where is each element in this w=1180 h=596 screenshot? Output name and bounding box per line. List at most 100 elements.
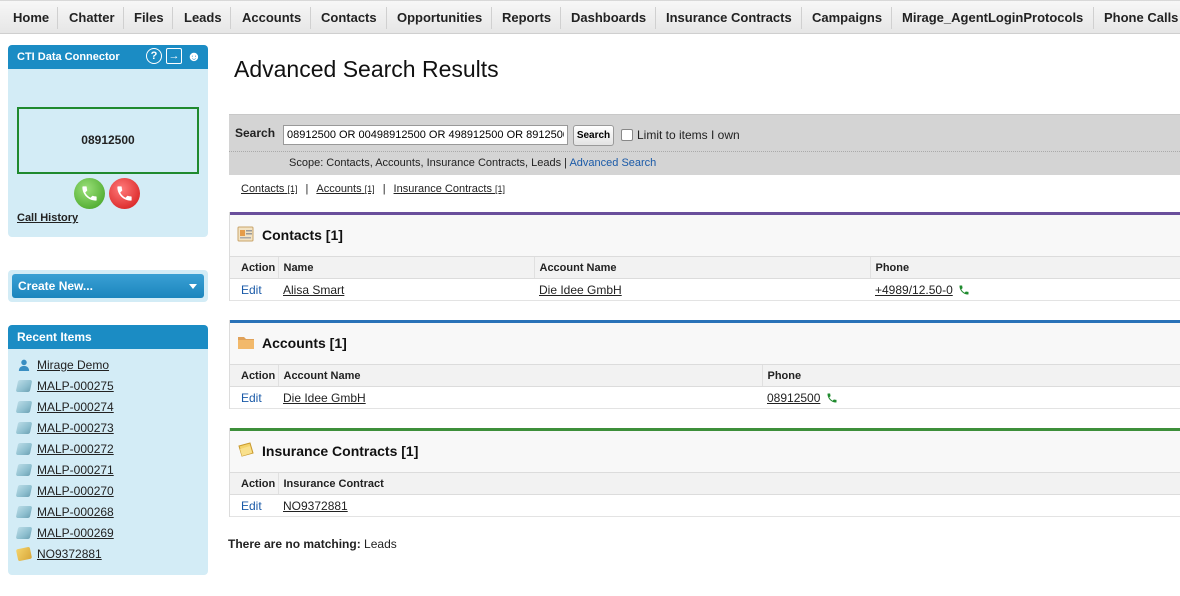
tab-home[interactable]: Home: [13, 10, 49, 25]
accounts-folder-icon: [238, 337, 254, 349]
recent-item-link[interactable]: Mirage Demo: [37, 358, 109, 372]
phone-number-display: 08912500: [17, 107, 199, 174]
tab-chatter[interactable]: Chatter: [69, 10, 115, 25]
recent-items-header: Recent Items: [8, 325, 208, 349]
tab-phone-calls[interactable]: Phone Calls: [1104, 10, 1178, 25]
list-item: NO9372881: [8, 544, 208, 565]
custom-object-icon: [15, 506, 33, 518]
recent-items-panel: Mirage Demo MALP-000275 MALP-000274 MALP…: [8, 349, 208, 575]
hang-up-button[interactable]: [109, 178, 140, 209]
custom-object-icon: [15, 422, 33, 434]
jump-link-contacts[interactable]: Contacts [1]: [241, 183, 298, 195]
user-status-icon[interactable]: ☻: [186, 48, 202, 64]
contact-name-link[interactable]: Alisa Smart: [283, 283, 344, 297]
limit-to-own-checkbox[interactable]: [621, 129, 633, 141]
nav-divider: [123, 7, 124, 29]
answer-call-button[interactable]: [74, 178, 105, 209]
create-new-dropdown[interactable]: Create New...: [12, 274, 204, 298]
insurance-contract-link[interactable]: NO9372881: [283, 499, 348, 513]
no-match-entity: Leads: [364, 537, 397, 551]
recent-items-title: Recent Items: [17, 330, 92, 344]
search-button[interactable]: Search: [573, 125, 614, 146]
section-header: Contacts [1]: [230, 215, 1180, 256]
cti-header: CTI Data Connector ? → ☻: [8, 45, 208, 69]
nav-divider: [386, 7, 387, 29]
custom-object-icon: [15, 401, 33, 413]
tab-contacts[interactable]: Contacts: [321, 10, 377, 25]
edit-link[interactable]: Edit: [241, 283, 262, 297]
advanced-search-link[interactable]: Advanced Search: [569, 157, 656, 169]
tab-leads[interactable]: Leads: [184, 10, 222, 25]
list-item: MALP-000274: [8, 397, 208, 418]
column-header: Action: [230, 364, 278, 387]
column-header: Action: [230, 472, 278, 495]
list-item: Mirage Demo: [8, 355, 208, 376]
section-title: Insurance Contracts [1]: [262, 443, 419, 459]
nav-divider: [491, 7, 492, 29]
jump-link-accounts[interactable]: Accounts [1]: [316, 183, 374, 195]
tab-files[interactable]: Files: [134, 10, 164, 25]
scope-text: Scope: Contacts, Accounts, Insurance Con…: [289, 157, 568, 169]
column-header: Phone: [761, 364, 1180, 387]
insurance-contracts-section: Insurance Contracts [1] Action Insurance…: [229, 428, 1180, 517]
column-header: Insurance Contract: [277, 472, 1180, 495]
nav-divider: [560, 7, 561, 29]
column-header: Account Name: [533, 256, 870, 279]
help-icon[interactable]: ?: [146, 48, 162, 64]
account-name-link[interactable]: Die Idee GmbH: [539, 283, 622, 297]
recent-item-link[interactable]: NO9372881: [37, 547, 102, 561]
tab-reports[interactable]: Reports: [502, 10, 551, 25]
divider: [229, 151, 1180, 152]
accounts-table: Action Account Name Phone Edit Die Idee …: [230, 364, 1180, 409]
account-name-link[interactable]: Die Idee GmbH: [283, 391, 366, 405]
call-history-link[interactable]: Call History: [17, 212, 78, 224]
page-title: Advanced Search Results: [234, 56, 499, 82]
chevron-down-icon: [189, 284, 197, 289]
phone-link[interactable]: +4989/12.50-0: [875, 283, 953, 297]
list-item: MALP-000269: [8, 523, 208, 544]
edit-link[interactable]: Edit: [241, 391, 262, 405]
nav-divider: [801, 7, 802, 29]
list-item: MALP-000275: [8, 376, 208, 397]
phone-hangup-icon: [117, 186, 132, 201]
recent-item-link[interactable]: MALP-000273: [37, 421, 114, 435]
tab-campaigns[interactable]: Campaigns: [812, 10, 882, 25]
tab-insurance-contracts[interactable]: Insurance Contracts: [666, 10, 792, 25]
recent-item-link[interactable]: MALP-000270: [37, 484, 114, 498]
recent-item-link[interactable]: MALP-000274: [37, 400, 114, 414]
recent-item-link[interactable]: MALP-000275: [37, 379, 114, 393]
click-to-dial-icon[interactable]: [958, 284, 970, 296]
tab-dashboards[interactable]: Dashboards: [571, 10, 646, 25]
column-header: Phone: [869, 256, 1180, 279]
tab-mirage-agent-login-protocols[interactable]: Mirage_AgentLoginProtocols: [902, 10, 1083, 25]
tab-accounts[interactable]: Accounts: [242, 10, 301, 25]
tab-opportunities[interactable]: Opportunities: [397, 10, 482, 25]
recent-item-link[interactable]: MALP-000268: [37, 505, 114, 519]
login-icon[interactable]: →: [166, 48, 182, 64]
limit-to-own-label: Limit to items I own: [637, 128, 740, 142]
phone-link[interactable]: 08912500: [767, 391, 820, 405]
nav-divider: [1093, 7, 1094, 29]
custom-object-icon: [15, 443, 33, 455]
search-input[interactable]: [283, 125, 568, 145]
edit-link[interactable]: Edit: [241, 499, 262, 513]
table-row: Edit Alisa Smart Die Idee GmbH +4989/12.…: [230, 278, 1180, 301]
recent-item-link[interactable]: MALP-000269: [37, 526, 114, 540]
recent-item-link[interactable]: MALP-000271: [37, 463, 114, 477]
cti-panel: 08912500 Call History: [8, 69, 208, 237]
click-to-dial-icon[interactable]: [826, 392, 838, 404]
recent-item-link[interactable]: MALP-000272: [37, 442, 114, 456]
custom-object-icon: [15, 464, 33, 476]
create-new-label: Create New...: [18, 279, 93, 293]
insurance-contract-icon: [15, 546, 33, 562]
phone-answer-icon: [82, 186, 97, 201]
custom-object-icon: [15, 485, 33, 497]
cti-title: CTI Data Connector: [17, 51, 120, 63]
list-item: MALP-000271: [8, 460, 208, 481]
column-header: Account Name: [277, 364, 762, 387]
cti-toolbar: ? → ☻: [146, 48, 202, 64]
list-item: MALP-000270: [8, 481, 208, 502]
table-row: Edit NO9372881: [230, 494, 1180, 517]
jump-link-insurance-contracts[interactable]: Insurance Contracts [1]: [394, 183, 506, 195]
section-title: Accounts [1]: [262, 335, 347, 351]
